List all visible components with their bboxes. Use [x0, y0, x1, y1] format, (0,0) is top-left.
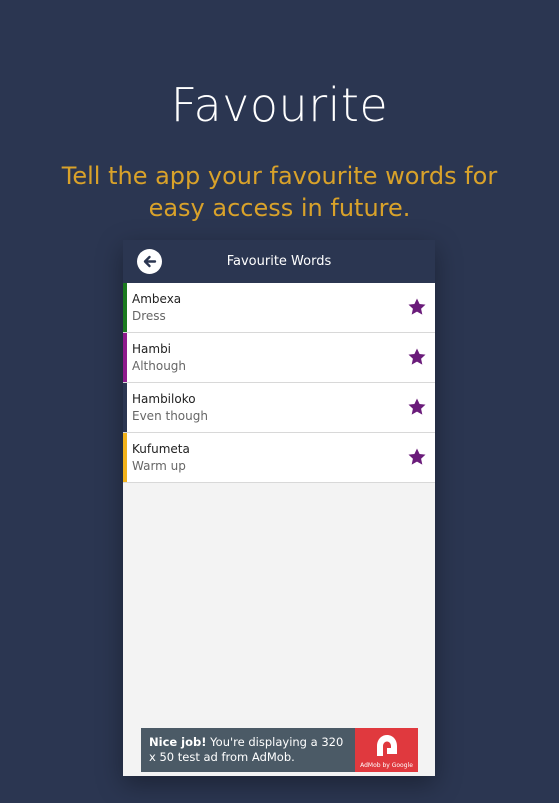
color-marker: [123, 433, 127, 482]
admob-icon: [377, 735, 397, 756]
admob-logo: AdMob by Google: [355, 728, 418, 772]
meaning-label: Dress: [132, 309, 166, 323]
meaning-label: Warm up: [132, 459, 186, 473]
star-icon[interactable]: [407, 347, 427, 367]
ad-banner[interactable]: Nice job! You're displaying a 320 x 50 t…: [141, 728, 418, 772]
phone-screen: Favourite Words Ambexa Dress Hambi Altho…: [123, 240, 435, 776]
color-marker: [123, 283, 127, 332]
ad-brand: AdMob by Google: [360, 762, 413, 769]
list-item[interactable]: Kufumeta Warm up: [123, 433, 435, 483]
favourites-list: Ambexa Dress Hambi Although Hambiloko Ev…: [123, 283, 435, 483]
word-label: Ambexa: [132, 292, 182, 306]
star-icon[interactable]: [407, 447, 427, 467]
app-bar: Favourite Words: [123, 240, 435, 283]
promo-subtitle: Tell the app your favourite words for ea…: [61, 162, 498, 222]
list-item[interactable]: Hambi Although: [123, 333, 435, 383]
meaning-label: Although: [132, 359, 187, 373]
list-item[interactable]: Hambiloko Even though: [123, 383, 435, 433]
word-label: Kufumeta: [132, 442, 190, 456]
star-icon[interactable]: [407, 297, 427, 317]
color-marker: [123, 383, 127, 432]
word-label: Hambiloko: [132, 392, 196, 406]
star-icon[interactable]: [407, 397, 427, 417]
promo-title: Favourite: [170, 78, 389, 132]
ad-headline: Nice job!: [149, 735, 207, 749]
word-label: Hambi: [132, 342, 172, 356]
list-item[interactable]: Ambexa Dress: [123, 283, 435, 333]
meaning-label: Even though: [132, 409, 208, 423]
color-marker: [123, 333, 127, 382]
page-title: Favourite Words: [226, 254, 332, 269]
ad-text: Nice job! You're displaying a 320 x 50 t…: [141, 728, 355, 772]
